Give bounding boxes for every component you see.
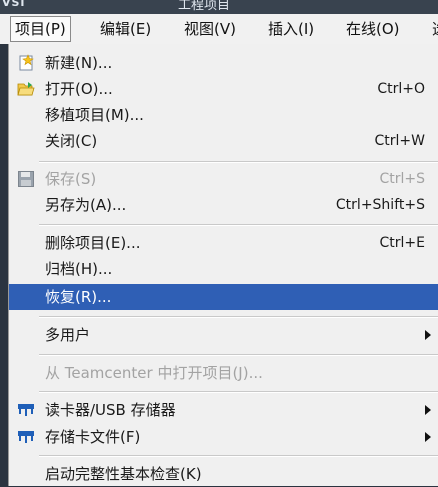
- submenu-arrow-icon: [425, 405, 431, 415]
- menu-separator: [39, 455, 438, 457]
- menu-separator: [39, 161, 438, 163]
- menu-project[interactable]: 项目(P): [10, 16, 71, 42]
- submenu-arrow-icon: [425, 432, 431, 442]
- menu-item-multiuser[interactable]: 多用户: [9, 322, 438, 348]
- menu-item-teamcenter[interactable]: 从 Teamcenter 中打开项目(J)...: [9, 360, 438, 386]
- project-dropdown-menu: 新建(N)... 打开(O)... Ctrl+O 移植项目(M)... 关闭(C…: [8, 44, 438, 486]
- menu-item-label: 存储卡文件(F): [45, 428, 141, 446]
- menu-item-label: 保存(S): [45, 170, 97, 188]
- menu-edit[interactable]: 编辑(E): [96, 18, 155, 40]
- shortcut-text: Ctrl+S: [379, 171, 425, 187]
- shortcut-text: Ctrl+Shift+S: [335, 197, 425, 213]
- menu-view[interactable]: 视图(V): [180, 18, 240, 40]
- menu-online[interactable]: 在线(O): [342, 18, 404, 40]
- menu-item-label: 读卡器/USB 存储器: [45, 401, 176, 419]
- app-title-bar: VSI 工程项目: [0, 0, 438, 14]
- menu-item-label: 删除项目(E)...: [45, 234, 141, 252]
- menu-item-migrate[interactable]: 移植项目(M)...: [9, 102, 438, 128]
- menu-item-label: 新建(N)...: [45, 54, 113, 72]
- menu-item-new[interactable]: 新建(N)...: [9, 50, 438, 76]
- memory-card-icon: [17, 428, 35, 446]
- menu-insert[interactable]: 插入(I): [264, 18, 318, 40]
- folder-open-icon: [17, 80, 35, 98]
- menu-separator: [39, 316, 438, 318]
- menu-options[interactable]: 选: [428, 18, 438, 40]
- menu-item-open[interactable]: 打开(O)... Ctrl+O: [9, 76, 438, 102]
- menu-item-close[interactable]: 关闭(C) Ctrl+W: [9, 128, 438, 154]
- menu-item-label: 关闭(C): [45, 132, 98, 150]
- shortcut-text: Ctrl+O: [377, 81, 425, 97]
- menu-item-label: 从 Teamcenter 中打开项目(J)...: [45, 364, 263, 382]
- menu-item-label: 启动完整性基本检查(K): [45, 465, 202, 483]
- menu-separator: [39, 391, 438, 393]
- menu-bar: 项目(P) 编辑(E) 视图(V) 插入(I) 在线(O) 选: [0, 14, 438, 44]
- menu-item-label: 恢复(R)...: [45, 288, 112, 306]
- menu-item-delete-project[interactable]: 删除项目(E)... Ctrl+E: [9, 230, 438, 256]
- menu-item-label: 多用户: [45, 326, 91, 344]
- shortcut-text: Ctrl+E: [379, 235, 426, 251]
- new-sparkle-icon: [17, 54, 35, 72]
- window-title: 工程项目: [178, 0, 231, 13]
- menu-separator: [39, 354, 438, 356]
- menu-item-integrity-check[interactable]: 启动完整性基本检查(K): [9, 461, 438, 487]
- menu-separator: [39, 224, 438, 226]
- menu-item-archive[interactable]: 归档(H)...: [9, 256, 438, 282]
- submenu-arrow-icon: [425, 330, 431, 340]
- menu-item-save[interactable]: 保存(S) Ctrl+S: [9, 166, 438, 192]
- menu-item-label: 移植项目(M)...: [45, 106, 144, 124]
- menu-item-restore[interactable]: 恢复(R)...: [9, 284, 438, 310]
- menu-item-label: 打开(O)...: [45, 80, 113, 98]
- app-logo: VSI: [2, 0, 26, 9]
- menu-item-label: 归档(H)...: [45, 260, 113, 278]
- menu-item-memory-card[interactable]: 存储卡文件(F): [9, 424, 438, 450]
- menu-item-label: 另存为(A)...: [45, 196, 127, 214]
- shortcut-text: Ctrl+W: [374, 133, 425, 149]
- card-reader-icon: [17, 401, 35, 419]
- menu-item-save-as[interactable]: 另存为(A)... Ctrl+Shift+S: [9, 192, 438, 218]
- menu-item-card-reader[interactable]: 读卡器/USB 存储器: [9, 397, 438, 423]
- floppy-disk-icon: [17, 170, 35, 188]
